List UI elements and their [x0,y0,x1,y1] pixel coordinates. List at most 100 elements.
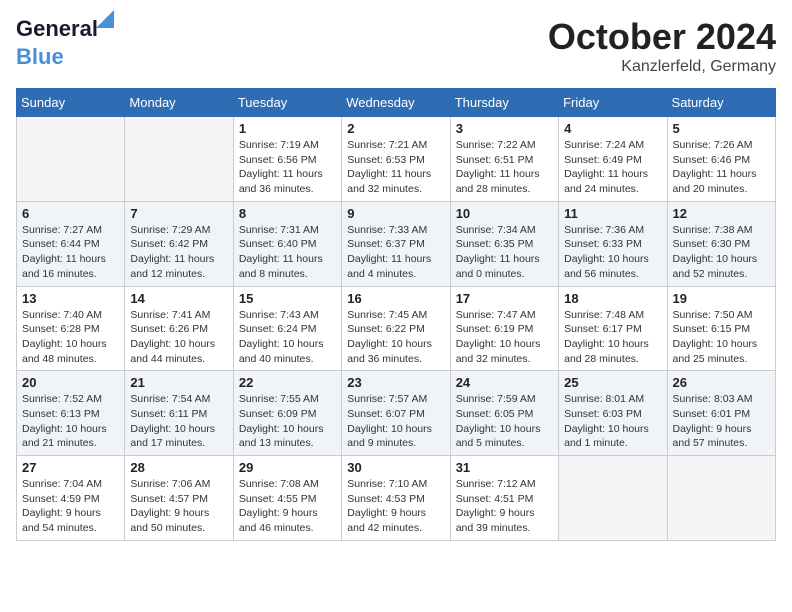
day-info: Sunrise: 7:29 AMSunset: 6:42 PMDaylight:… [130,223,227,282]
location-subtitle: Kanzlerfeld, Germany [548,58,776,76]
table-row: 26 Sunrise: 8:03 AMSunset: 6:01 PMDayligh… [667,371,775,456]
logo-blue: Blue [16,44,64,69]
day-info: Sunrise: 7:08 AMSunset: 4:55 PMDaylight:… [239,477,336,536]
day-info: Sunrise: 7:38 AMSunset: 6:30 PMDaylight:… [673,223,770,282]
table-row: 21 Sunrise: 7:54 AMSunset: 6:11 PMDayligh… [125,371,233,456]
day-info: Sunrise: 8:03 AMSunset: 6:01 PMDaylight:… [673,392,770,451]
day-number: 29 [239,460,336,475]
day-number: 20 [22,375,119,390]
table-row: 11 Sunrise: 7:36 AMSunset: 6:33 PMDayligh… [559,201,667,286]
table-row: 8 Sunrise: 7:31 AMSunset: 6:40 PMDaylight… [233,201,341,286]
day-info: Sunrise: 7:54 AMSunset: 6:11 PMDaylight:… [130,392,227,451]
table-row: 9 Sunrise: 7:33 AMSunset: 6:37 PMDaylight… [342,201,450,286]
table-row: 24 Sunrise: 7:59 AMSunset: 6:05 PMDayligh… [450,371,558,456]
day-info: Sunrise: 7:52 AMSunset: 6:13 PMDaylight:… [22,392,119,451]
table-row [17,117,125,202]
day-info: Sunrise: 8:01 AMSunset: 6:03 PMDaylight:… [564,392,661,451]
day-number: 22 [239,375,336,390]
day-info: Sunrise: 7:40 AMSunset: 6:28 PMDaylight:… [22,308,119,367]
table-row: 14 Sunrise: 7:41 AMSunset: 6:26 PMDayligh… [125,286,233,371]
header-wednesday: Wednesday [342,89,450,117]
day-info: Sunrise: 7:06 AMSunset: 4:57 PMDaylight:… [130,477,227,536]
header-friday: Friday [559,89,667,117]
day-number: 31 [456,460,553,475]
day-number: 6 [22,206,119,221]
day-number: 21 [130,375,227,390]
header-monday: Monday [125,89,233,117]
day-info: Sunrise: 7:36 AMSunset: 6:33 PMDaylight:… [564,223,661,282]
day-number: 23 [347,375,444,390]
table-row: 28 Sunrise: 7:06 AMSunset: 4:57 PMDayligh… [125,456,233,541]
day-number: 25 [564,375,661,390]
table-row: 4Sunrise: 7:24 AMSunset: 6:49 PMDaylight… [559,117,667,202]
table-row: 10Sunrise: 7:34 AMSunset: 6:35 PMDayligh… [450,201,558,286]
table-row: 31 Sunrise: 7:12 AMSunset: 4:51 PMDayligh… [450,456,558,541]
day-number: 19 [673,291,770,306]
day-number: 24 [456,375,553,390]
table-row: 13 Sunrise: 7:40 AMSunset: 6:28 PMDayligh… [17,286,125,371]
day-info: Sunrise: 7:48 AMSunset: 6:17 PMDaylight:… [564,308,661,367]
day-number: 27 [22,460,119,475]
day-number: 28 [130,460,227,475]
day-info: Sunrise: 7:12 AMSunset: 4:51 PMDaylight:… [456,477,553,536]
table-row: 18 Sunrise: 7:48 AMSunset: 6:17 PMDayligh… [559,286,667,371]
table-row: 20 Sunrise: 7:52 AMSunset: 6:13 PMDayligh… [17,371,125,456]
table-row: 15 Sunrise: 7:43 AMSunset: 6:24 PMDayligh… [233,286,341,371]
table-row: 6 Sunrise: 7:27 AMSunset: 6:44 PMDaylight… [17,201,125,286]
day-number: 4 [564,121,661,136]
day-number: 30 [347,460,444,475]
day-number: 7 [130,206,227,221]
header-tuesday: Tuesday [233,89,341,117]
day-info: Sunrise: 7:27 AMSunset: 6:44 PMDaylight:… [22,223,119,282]
table-row [667,456,775,541]
day-info: Sunrise: 7:19 AMSunset: 6:56 PMDaylight:… [239,138,336,197]
table-row: 23 Sunrise: 7:57 AMSunset: 6:07 PMDayligh… [342,371,450,456]
day-info: Sunrise: 7:41 AMSunset: 6:26 PMDaylight:… [130,308,227,367]
table-row: 16 Sunrise: 7:45 AMSunset: 6:22 PMDayligh… [342,286,450,371]
day-number: 10 [456,206,553,221]
day-info: Sunrise: 7:45 AMSunset: 6:22 PMDaylight:… [347,308,444,367]
table-row: 7 Sunrise: 7:29 AMSunset: 6:42 PMDaylight… [125,201,233,286]
day-number: 13 [22,291,119,306]
day-info: Sunrise: 7:57 AMSunset: 6:07 PMDaylight:… [347,392,444,451]
table-row: 5Sunrise: 7:26 AMSunset: 6:46 PMDaylight… [667,117,775,202]
day-number: 12 [673,206,770,221]
day-info: Sunrise: 7:50 AMSunset: 6:15 PMDaylight:… [673,308,770,367]
day-number: 2 [347,121,444,136]
day-info: Sunrise: 7:59 AMSunset: 6:05 PMDaylight:… [456,392,553,451]
page-header: General Blue October 2024 Kanzlerfeld, G… [16,16,776,76]
day-info: Sunrise: 7:21 AMSunset: 6:53 PMDaylight:… [347,138,444,197]
weekday-header-row: Sunday Monday Tuesday Wednesday Thursday… [17,89,776,117]
day-number: 1 [239,121,336,136]
day-info: Sunrise: 7:47 AMSunset: 6:19 PMDaylight:… [456,308,553,367]
day-number: 16 [347,291,444,306]
table-row: 25 Sunrise: 8:01 AMSunset: 6:03 PMDayligh… [559,371,667,456]
day-number: 9 [347,206,444,221]
day-info: Sunrise: 7:10 AMSunset: 4:53 PMDaylight:… [347,477,444,536]
day-info: Sunrise: 7:31 AMSunset: 6:40 PMDaylight:… [239,223,336,282]
table-row: 27Sunrise: 7:04 AMSunset: 4:59 PMDayligh… [17,456,125,541]
day-number: 14 [130,291,227,306]
calendar-week-5: 27Sunrise: 7:04 AMSunset: 4:59 PMDayligh… [17,456,776,541]
day-number: 11 [564,206,661,221]
header-thursday: Thursday [450,89,558,117]
calendar-week-3: 13 Sunrise: 7:40 AMSunset: 6:28 PMDayligh… [17,286,776,371]
day-number: 18 [564,291,661,306]
logo: General Blue [16,16,98,70]
day-info: Sunrise: 7:33 AMSunset: 6:37 PMDaylight:… [347,223,444,282]
calendar-week-4: 20 Sunrise: 7:52 AMSunset: 6:13 PMDayligh… [17,371,776,456]
logo-arrow-icon [96,10,114,28]
logo-general: General [16,16,98,41]
table-row: 30 Sunrise: 7:10 AMSunset: 4:53 PMDayligh… [342,456,450,541]
day-number: 8 [239,206,336,221]
calendar-week-1: 1 Sunrise: 7:19 AMSunset: 6:56 PMDaylight… [17,117,776,202]
month-title: October 2024 [548,16,776,58]
day-number: 26 [673,375,770,390]
header-sunday: Sunday [17,89,125,117]
day-info: Sunrise: 7:43 AMSunset: 6:24 PMDaylight:… [239,308,336,367]
table-row: 19 Sunrise: 7:50 AMSunset: 6:15 PMDayligh… [667,286,775,371]
day-number: 17 [456,291,553,306]
day-number: 15 [239,291,336,306]
table-row: 29 Sunrise: 7:08 AMSunset: 4:55 PMDayligh… [233,456,341,541]
table-row: 1 Sunrise: 7:19 AMSunset: 6:56 PMDaylight… [233,117,341,202]
